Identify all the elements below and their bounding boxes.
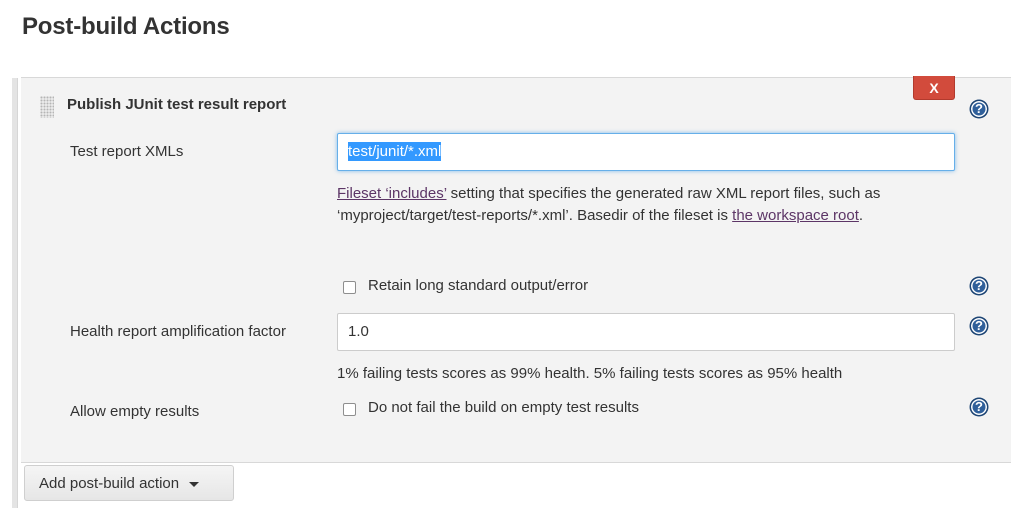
health-factor-label: Health report amplification factor (70, 323, 286, 340)
test-report-value: test/junit/*.xml (348, 142, 442, 161)
caret-down-icon (189, 481, 200, 487)
test-report-label: Test report XMLs (70, 143, 184, 160)
add-post-build-action-label: Add post-build action (39, 474, 180, 492)
add-post-build-action-button[interactable]: Add post-build action (24, 465, 234, 501)
step-title: Publish JUnit test result report (67, 96, 287, 113)
drag-handle[interactable] (40, 96, 54, 118)
fileset-includes-link[interactable]: Fileset ‘includes’ (337, 185, 447, 202)
health-factor-description: 1% failing tests scores as 99% health. 5… (337, 365, 843, 382)
allow-empty-label: Allow empty results (70, 403, 200, 420)
section-title: Post-build Actions (22, 13, 230, 40)
retain-output-checkbox[interactable] (343, 281, 356, 294)
workspace-root-link[interactable]: the workspace root (732, 207, 859, 224)
retain-output-help-icon[interactable]: ? (970, 277, 988, 295)
delete-step-button[interactable]: X (913, 76, 955, 100)
allow-empty-help-icon[interactable]: ? (970, 398, 988, 416)
health-factor-help-icon[interactable]: ? (970, 317, 988, 335)
retain-output-label[interactable]: Retain long standard output/error (368, 277, 588, 294)
test-report-desc-end: . (858, 207, 864, 224)
health-factor-input[interactable]: 1.0 (337, 313, 955, 351)
test-report-input[interactable]: test/junit/*.xml (337, 133, 955, 171)
allow-empty-checkbox-label[interactable]: Do not fail the build on empty test resu… (368, 399, 639, 416)
test-report-description: Fileset ‘includes’ setting that specifie… (337, 183, 937, 227)
allow-empty-checkbox[interactable] (343, 403, 356, 416)
health-factor-value: 1.0 (348, 323, 369, 340)
help-icon[interactable]: ? (970, 100, 988, 118)
section-left-bar (12, 78, 18, 508)
